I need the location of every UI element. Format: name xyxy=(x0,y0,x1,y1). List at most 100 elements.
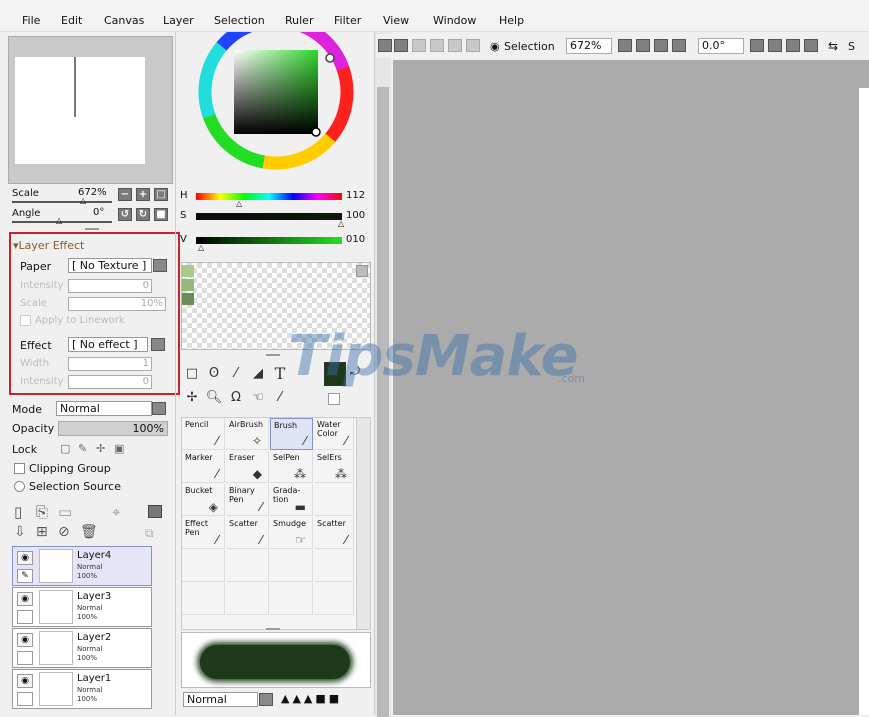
tool-water-color[interactable]: Water Color ⁄ xyxy=(314,418,354,450)
brush-blend-dropdown-button[interactable] xyxy=(259,693,273,706)
selection-clear-button[interactable] xyxy=(466,39,480,52)
rotate-reset-button[interactable]: ■ xyxy=(154,208,168,221)
zoom-reset-button[interactable]: □ xyxy=(154,188,168,201)
scrollbar-thumb[interactable] xyxy=(377,87,389,717)
rotation-dropdown-button[interactable] xyxy=(750,39,764,52)
saturation-slider[interactable] xyxy=(196,213,342,220)
angle-slider-thumb-icon[interactable]: △ xyxy=(56,216,62,225)
deselect-button[interactable] xyxy=(412,39,426,52)
move-icon[interactable]: ✢ xyxy=(182,388,202,408)
swatch-scroll-button[interactable] xyxy=(356,265,368,277)
eye-icon[interactable]: ◉ xyxy=(17,674,33,688)
color-swatch[interactable] xyxy=(182,265,194,277)
transfer-down-icon[interactable]: ⇩ xyxy=(14,524,26,540)
navigator-preview[interactable] xyxy=(8,36,173,184)
value-thumb-icon[interactable]: △ xyxy=(198,243,204,252)
tool-selers[interactable]: SelErs ⁂ xyxy=(314,451,354,483)
value-slider[interactable] xyxy=(196,237,342,244)
menu-filter[interactable]: Filter xyxy=(334,14,361,27)
paper-texture-dropdown[interactable]: [ No Texture ] xyxy=(68,258,152,273)
toolbar-zoom-out-button[interactable] xyxy=(636,39,650,52)
trash-icon[interactable]: 🗑 xyxy=(80,524,98,540)
redo-button[interactable] xyxy=(394,39,408,52)
lock-transparency-icon[interactable]: ▢ xyxy=(60,442,70,455)
tool-selpen[interactable]: SelPen ⁂ xyxy=(270,451,313,483)
lock-pen-icon[interactable]: ✎ xyxy=(78,442,87,455)
transparent-color-button[interactable] xyxy=(328,393,340,405)
zoom-icon[interactable]: 🔍︎ xyxy=(204,388,224,408)
tool-marker[interactable]: Marker ⁄ xyxy=(182,451,225,483)
toolbar-rotate-right-button[interactable] xyxy=(786,39,800,52)
clear-layer-icon[interactable]: ⊘ xyxy=(58,524,70,540)
selection-source-radio[interactable] xyxy=(14,481,25,492)
blend-mode-dropdown[interactable]: Normal xyxy=(56,401,152,416)
merge-down-icon[interactable]: ⊞ xyxy=(36,524,48,540)
color-swatch[interactable] xyxy=(182,293,194,305)
zoom-dropdown-button[interactable] xyxy=(618,39,632,52)
rect-select-icon[interactable]: □ xyxy=(182,364,202,384)
panel-divider[interactable] xyxy=(266,628,280,630)
color-wheel-panel[interactable] xyxy=(178,14,372,182)
scale-slider-thumb-icon[interactable]: △ xyxy=(80,196,86,205)
flip-horizontal-icon[interactable]: ⇆ xyxy=(828,39,838,53)
tool-airbrush[interactable]: AirBrush ✧ xyxy=(226,418,269,450)
menu-edit[interactable]: Edit xyxy=(61,14,82,27)
texture-intensity-field[interactable]: 0 xyxy=(68,279,152,293)
pen-slot[interactable] xyxy=(17,651,33,665)
canvas-paper-edge[interactable] xyxy=(859,88,869,715)
menu-help[interactable]: Help xyxy=(499,14,524,27)
layer-mask-button[interactable] xyxy=(148,505,162,518)
panel-divider[interactable] xyxy=(266,354,280,356)
eyedropper-icon[interactable]: ⁄ xyxy=(270,388,290,408)
tool-binary-pen[interactable]: Binary Pen ⁄ xyxy=(226,484,269,516)
brush-blend-dropdown[interactable]: Normal xyxy=(183,692,258,707)
zoom-in-button[interactable]: + xyxy=(136,188,150,201)
undo-button[interactable] xyxy=(378,39,392,52)
magic-wand-icon[interactable]: ⁄ xyxy=(226,364,246,384)
eye-icon[interactable]: ◉ xyxy=(17,551,33,565)
effect-dropdown-button[interactable] xyxy=(151,338,165,351)
invert-selection-button[interactable] xyxy=(430,39,444,52)
color-swatch[interactable] xyxy=(182,279,194,291)
brush-shape-icons[interactable]: ▲▲▲■■ xyxy=(281,692,342,705)
toolbar-rotate-left-button[interactable] xyxy=(768,39,782,52)
panel-divider[interactable] xyxy=(85,228,99,230)
menu-window[interactable]: Window xyxy=(433,14,476,27)
menu-ruler[interactable]: Ruler xyxy=(285,14,313,27)
rotate-left-button[interactable]: ↺ xyxy=(118,208,132,221)
rotation-field[interactable]: 0.0° xyxy=(698,38,744,54)
selection-visible-button[interactable] xyxy=(448,39,462,52)
menu-selection[interactable]: Selection xyxy=(214,14,265,27)
text-icon[interactable]: T xyxy=(270,364,290,384)
eye-icon[interactable]: ◉ xyxy=(17,592,33,606)
layer-row-layer2[interactable]: ◉ Layer2 Normal 100% xyxy=(12,628,152,668)
tool-grid-scrollbar[interactable] xyxy=(356,418,370,629)
menu-layer[interactable]: Layer xyxy=(163,14,194,27)
opacity-slider[interactable]: 100% xyxy=(58,421,168,436)
eye-icon[interactable]: ◉ xyxy=(17,633,33,647)
lasso-icon[interactable]: ʘ xyxy=(204,364,224,384)
tool-bucket[interactable]: Bucket ◈ xyxy=(182,484,225,516)
layer-effect-header[interactable]: ▾Layer Effect xyxy=(13,239,84,252)
new-layer-icon[interactable]: ▯ xyxy=(14,503,22,521)
toolbar-rotate-reset-button[interactable] xyxy=(804,39,818,52)
selection-visibility-icon[interactable]: ◉ xyxy=(490,40,500,53)
blend-mode-dropdown-button[interactable] xyxy=(152,402,166,415)
color-wheel-svg[interactable] xyxy=(178,14,372,182)
menu-view[interactable]: View xyxy=(383,14,409,27)
toolbar-zoom-in-button[interactable] xyxy=(654,39,668,52)
lock-all-icon[interactable]: ▣ xyxy=(114,442,124,455)
tool-scatter[interactable]: Scatter ⁄ xyxy=(226,517,269,549)
pen-slot[interactable] xyxy=(17,610,33,624)
new-folder-icon[interactable]: ▭ xyxy=(58,503,72,521)
layer-options-icon[interactable]: ⧉ xyxy=(145,526,154,541)
zoom-field[interactable]: 672% xyxy=(566,38,612,54)
layer-effect-icon[interactable]: ⌖ xyxy=(112,503,120,521)
tool-brush[interactable]: Brush ⁄ xyxy=(270,418,313,450)
select-pen-icon[interactable]: ◢ xyxy=(248,364,268,384)
texture-scale-field[interactable]: 10% xyxy=(68,297,166,311)
paper-dropdown-button[interactable] xyxy=(153,259,167,272)
pen-icon[interactable]: ✎ xyxy=(17,569,33,583)
zoom-out-button[interactable]: − xyxy=(118,188,132,201)
layer-row-layer3[interactable]: ◉ Layer3 Normal 100% xyxy=(12,587,152,627)
